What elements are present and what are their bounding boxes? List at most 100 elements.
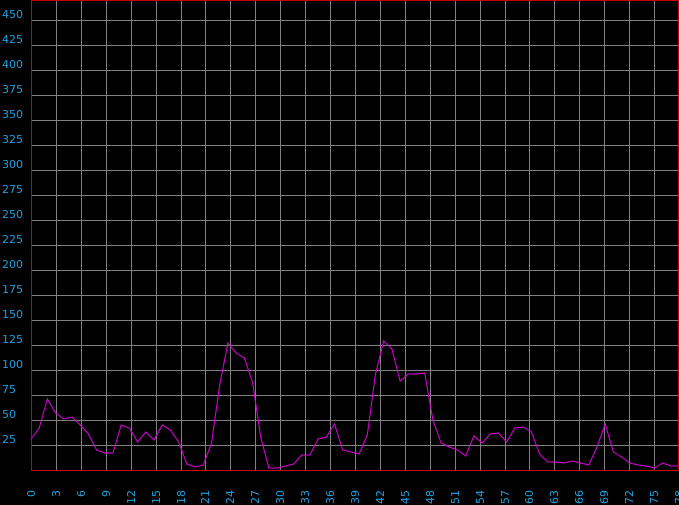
data-point — [46, 398, 49, 400]
data-point — [219, 384, 221, 386]
x-tick-label: 27 — [249, 490, 262, 504]
data-point — [563, 462, 565, 464]
data-point — [407, 373, 409, 375]
y-tick-label: 25 — [2, 433, 16, 446]
data-point — [448, 446, 450, 448]
x-tick-label: 78 — [673, 490, 679, 504]
x-tick-label: 75 — [648, 490, 661, 504]
x-tick-label: 42 — [374, 490, 387, 504]
data-point — [432, 419, 434, 421]
data-point — [38, 427, 40, 429]
plot-background — [0, 0, 679, 505]
y-tick-label: 275 — [2, 183, 23, 196]
y-tick-label: 375 — [2, 83, 23, 96]
y-tick-label: 175 — [2, 283, 23, 296]
data-point — [555, 461, 557, 463]
data-point — [79, 424, 81, 426]
data-point — [473, 435, 475, 437]
data-point — [161, 424, 163, 426]
data-point — [276, 467, 278, 469]
x-tick-label: 30 — [274, 490, 287, 504]
data-point — [653, 467, 656, 469]
x-tick-label: 6 — [75, 490, 88, 497]
data-point — [391, 348, 393, 350]
y-tick-label: 125 — [2, 333, 23, 346]
data-point — [539, 453, 541, 455]
y-tick-label: 200 — [2, 258, 23, 271]
data-point — [637, 464, 639, 466]
data-point — [481, 442, 483, 444]
y-tick-label: 325 — [2, 133, 23, 146]
y-tick-label: 75 — [2, 383, 16, 396]
data-point — [580, 462, 582, 464]
data-point — [260, 436, 262, 438]
data-point — [588, 464, 590, 466]
data-point — [96, 449, 98, 451]
data-point — [63, 418, 65, 420]
data-point — [301, 454, 303, 456]
data-point — [178, 441, 180, 443]
data-point — [210, 442, 213, 444]
y-tick-label: 250 — [2, 208, 23, 221]
data-point — [186, 463, 188, 465]
data-point — [621, 456, 623, 458]
data-point — [358, 453, 360, 455]
data-point — [268, 467, 270, 469]
data-point — [309, 454, 311, 456]
y-tick-label: 425 — [2, 33, 23, 46]
data-point — [497, 432, 500, 434]
data-point — [235, 352, 237, 354]
data-point — [243, 357, 245, 359]
x-tick-label: 45 — [399, 490, 412, 504]
data-point — [415, 373, 418, 375]
data-point — [342, 449, 344, 451]
line-chart: 2550751001251501752002252502753003253503… — [0, 0, 679, 505]
data-point — [317, 438, 319, 440]
data-point — [137, 441, 139, 443]
data-point — [424, 372, 426, 374]
x-tick-label: 15 — [150, 490, 163, 504]
data-point — [604, 423, 606, 425]
x-tick-label: 48 — [424, 490, 437, 504]
y-tick-label: 225 — [2, 233, 23, 246]
data-point — [120, 424, 122, 426]
data-point — [489, 433, 491, 435]
data-point — [145, 431, 147, 433]
x-tick-label: 24 — [224, 490, 237, 504]
data-point — [530, 431, 533, 433]
data-point — [350, 451, 352, 453]
x-tick-label: 18 — [175, 490, 188, 504]
data-point — [596, 446, 598, 448]
data-point — [571, 460, 574, 462]
data-point — [292, 463, 295, 465]
data-point — [251, 381, 254, 383]
x-tick-label: 12 — [125, 490, 138, 504]
data-point — [629, 462, 631, 464]
y-tick-label: 450 — [2, 8, 23, 21]
data-point — [169, 429, 171, 431]
y-tick-label: 350 — [2, 108, 23, 121]
y-tick-label: 50 — [2, 408, 16, 421]
x-tick-label: 60 — [523, 490, 536, 504]
x-tick-label: 39 — [349, 490, 362, 504]
data-point — [465, 455, 467, 457]
data-point — [71, 416, 73, 418]
data-point — [112, 452, 114, 454]
data-point — [55, 412, 57, 414]
data-point — [645, 465, 647, 467]
data-point — [374, 373, 377, 375]
x-tick-label: 72 — [623, 490, 636, 504]
data-point — [506, 441, 508, 443]
x-tick-label: 33 — [299, 490, 312, 504]
data-point — [284, 465, 286, 467]
data-point — [547, 461, 549, 463]
data-point — [456, 449, 459, 451]
data-point — [612, 451, 615, 453]
y-tick-label: 150 — [2, 308, 23, 321]
x-tick-label: 57 — [499, 490, 512, 504]
y-tick-label: 100 — [2, 358, 23, 371]
data-point — [366, 434, 368, 436]
data-point — [383, 340, 385, 342]
data-point — [662, 462, 664, 464]
x-tick-label: 0 — [25, 490, 38, 497]
